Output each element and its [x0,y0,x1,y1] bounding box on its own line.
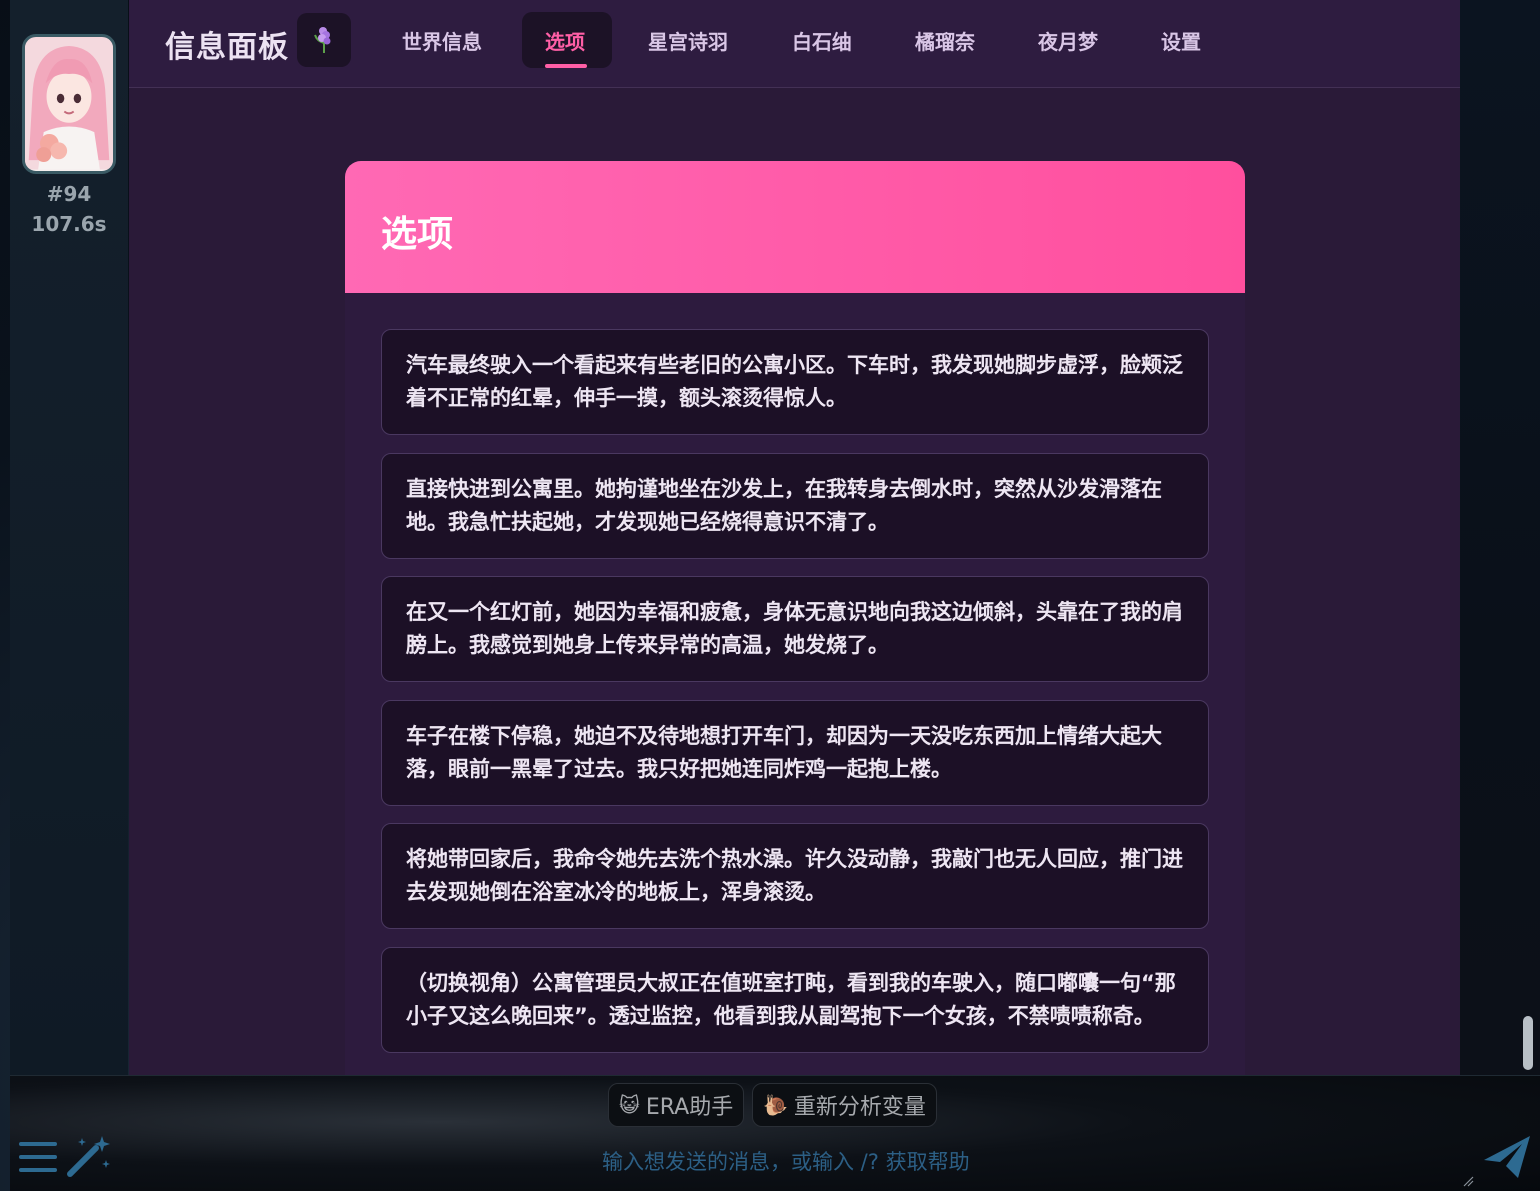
cat-face-icon: 😺 [619,1093,640,1117]
tab-character-3[interactable]: 橘瑠奈 [915,26,975,55]
panel-title: 信息面板 [165,30,289,65]
tab-character-4[interactable]: 夜月梦 [1038,26,1098,55]
option-item[interactable]: 车子在楼下停稳，她迫不及待地想打开车门，却因为一天没吃东西加上情绪大起大落，眼前… [381,700,1209,806]
option-item[interactable]: 汽车最终驶入一个看起来有些老旧的公寓小区。下车时，我发现她脚步虚浮，脸颊泛着不正… [381,329,1209,435]
input-bar: 😺 ERA助手 🐌 重新分析变量 输入想发送的消息，或输入 /? 获取帮助 [10,1075,1540,1191]
reanalyze-variables-label: 重新分析变量 [793,1095,926,1120]
option-item[interactable]: （切换视角）公寓管理员大叔正在值班室打盹，看到我的车驶入，随口嘟囔一句“那小子又… [381,947,1209,1053]
message-time: 107.6s [31,212,107,236]
era-assistant-button[interactable]: 😺 ERA助手 [608,1083,745,1127]
chat-window: #94 107.6s 信息面板 世界信息 选项 星宫诗羽 白石䌷 橘瑠奈 夜月梦… [0,0,1540,1191]
menu-icon[interactable] [18,1140,58,1178]
resize-grip-icon[interactable] [1462,1172,1474,1191]
lavender-icon-glyph [314,27,331,53]
option-item[interactable]: 直接快进到公寓里。她拘谨地坐在沙发上，在我转身去倒水时，突然从沙发滑落在地。我急… [381,453,1209,559]
character-portrait [25,38,113,170]
message-input[interactable]: 输入想发送的消息，或输入 /? 获取帮助 [602,1146,970,1176]
tab-world-info[interactable]: 世界信息 [402,26,482,55]
message-id: #94 [46,182,92,206]
tab-character-2[interactable]: 白石䌷 [792,26,852,55]
info-panel: 信息面板 世界信息 选项 星宫诗羽 白石䌷 橘瑠奈 夜月梦 设置 选项 汽车最终… [129,0,1460,1075]
panel-topbar: 信息面板 世界信息 选项 星宫诗羽 白石䌷 橘瑠奈 夜月梦 设置 [129,0,1460,88]
active-tab-indicator [545,64,587,68]
tab-settings[interactable]: 设置 [1161,26,1201,55]
options-card-header: 选项 [345,161,1245,293]
snail-icon: 🐌 [763,1093,788,1117]
option-item[interactable]: 将她带回家后，我命令她先去洗个热水澡。许久没动静，我敲门也无人回应，推门进去发现… [381,823,1209,929]
reanalyze-variables-button[interactable]: 🐌 重新分析变量 [752,1083,937,1127]
era-assistant-label: ERA助手 [645,1095,734,1120]
send-icon[interactable] [1482,1134,1532,1184]
options-card: 选项 汽车最终驶入一个看起来有些老旧的公寓小区。下车时，我发现她脚步虚浮，脸颊泛… [345,161,1245,1075]
option-item[interactable]: 在又一个红灯前，她因为幸福和疲惫，身体无意识地向我这边倾斜，头靠在了我的肩膀上。… [381,576,1209,682]
tab-character-1[interactable]: 星宫诗羽 [648,26,728,55]
background-strip [1460,0,1540,1075]
avatar[interactable] [22,34,116,174]
lavender-icon[interactable] [297,13,351,67]
options-card-title: 选项 [381,214,454,255]
magic-wand-icon[interactable] [66,1134,114,1182]
scrollbar-thumb[interactable] [1523,1016,1533,1070]
tab-options[interactable]: 选项 [545,26,585,55]
